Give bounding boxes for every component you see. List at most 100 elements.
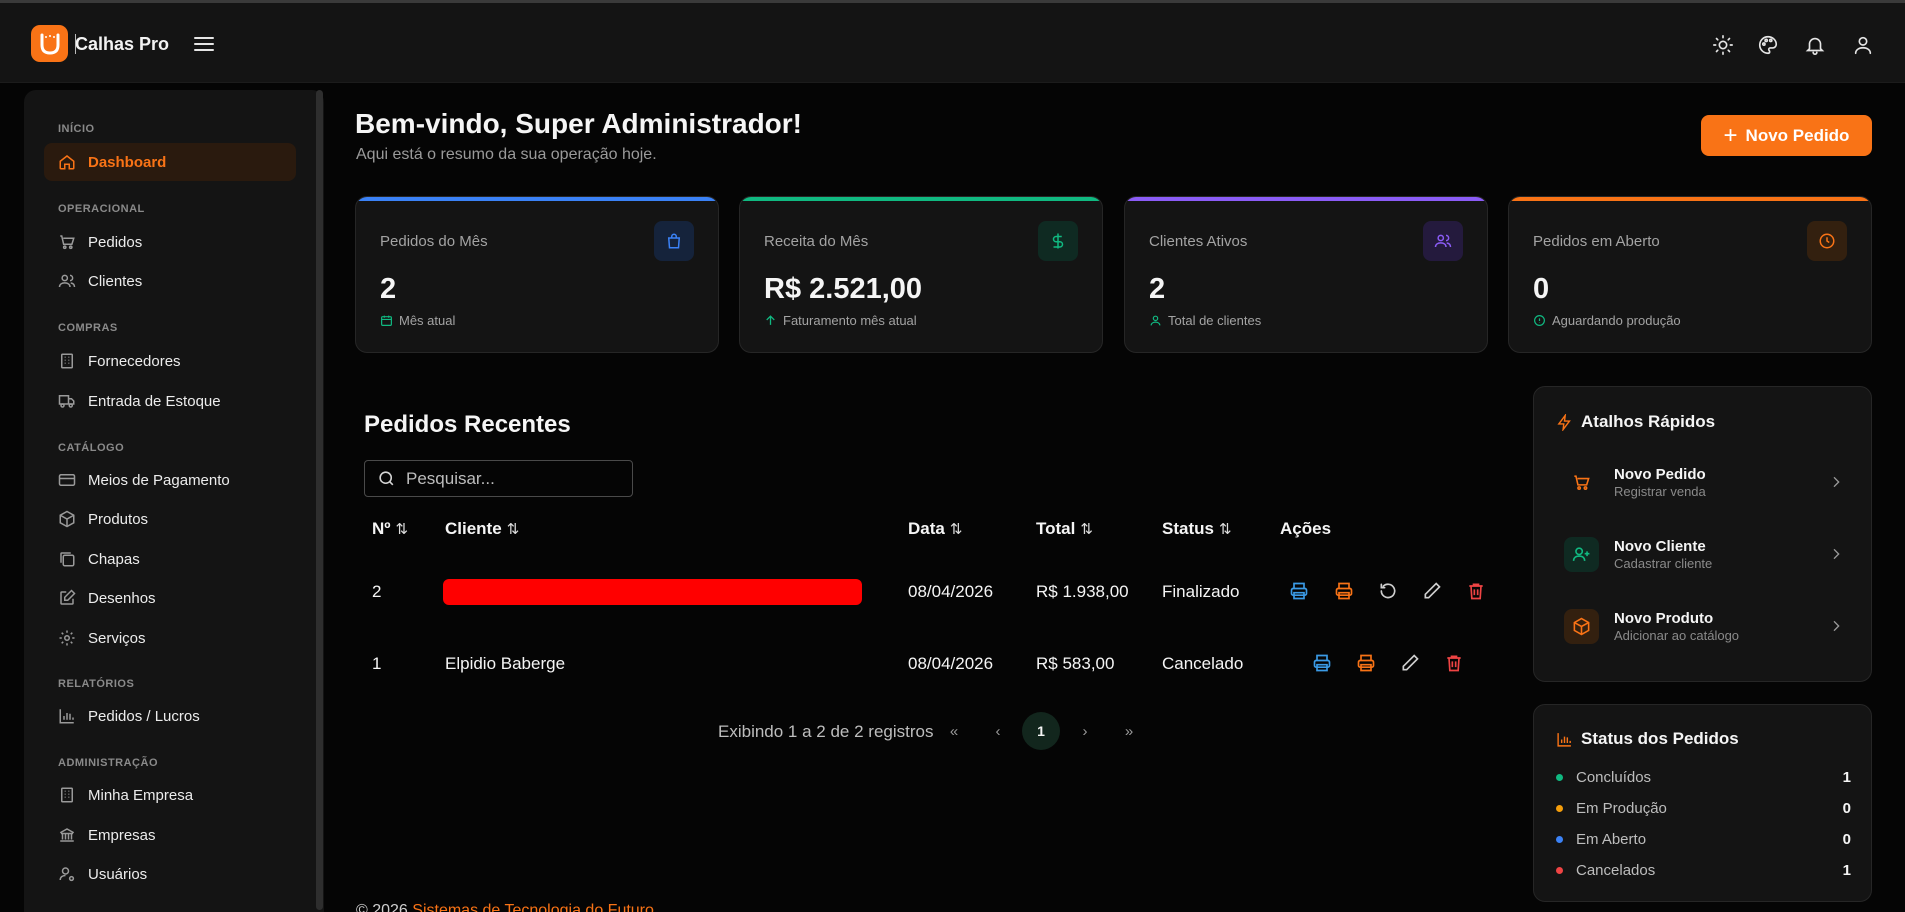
- print-receipt-icon[interactable]: [1334, 581, 1354, 601]
- sidebar-scrollbar[interactable]: [316, 90, 323, 910]
- cell-date: 08/04/2026: [908, 582, 994, 601]
- sidebar-item-usuarios[interactable]: Usuários: [44, 855, 296, 893]
- sidebar-item-pedidos[interactable]: Pedidos: [44, 223, 296, 261]
- logo-icon[interactable]: [31, 25, 68, 62]
- user-plus-icon: [1564, 536, 1599, 572]
- status-label: Em Aberto: [1576, 831, 1647, 848]
- sidebar-item-label: Chapas: [88, 550, 140, 568]
- reopen-icon[interactable]: [1378, 581, 1398, 601]
- card-footnote: Faturamento mês atual: [764, 313, 917, 328]
- cell-client: Elpidio Baberge: [445, 654, 566, 673]
- search-field[interactable]: [364, 460, 633, 497]
- menu-toggle-icon[interactable]: [193, 35, 215, 53]
- cell-status: Cancelado: [1162, 654, 1244, 673]
- sidebar-item-dashboard[interactable]: Dashboard: [44, 143, 296, 181]
- sidebar-item-empresas[interactable]: Empresas: [44, 816, 296, 854]
- sidebar-item-fornecedores[interactable]: Fornecedores: [44, 342, 296, 380]
- home-icon: [59, 155, 75, 170]
- shortcut-name: Novo Pedido: [1614, 465, 1706, 483]
- sort-icon: ⇅: [395, 521, 409, 538]
- app-name: Calhas Pro: [75, 34, 170, 54]
- column-header-date[interactable]: Data ⇅: [908, 519, 962, 539]
- card-accent-bar: [740, 197, 1102, 201]
- sidebar-item-clientes[interactable]: Clientes: [44, 262, 296, 300]
- sidebar-item-servicos[interactable]: Serviços: [44, 619, 296, 657]
- sidebar-item-meios-pagamento[interactable]: Meios de Pagamento: [44, 461, 296, 499]
- shortcut-desc: Registrar venda: [1614, 483, 1706, 499]
- credit-card-icon: [58, 474, 76, 486]
- sidebar-item-label: Usuários: [88, 865, 148, 883]
- layers-icon: [60, 552, 75, 567]
- card-label: Receita do Mês: [764, 233, 869, 250]
- column-header-status[interactable]: Status ⇅: [1162, 519, 1232, 539]
- lightning-icon: [1557, 413, 1571, 431]
- last-page-icon[interactable]: »: [1110, 712, 1148, 750]
- column-header-client[interactable]: Cliente ⇅: [445, 519, 519, 539]
- status-dot: [1556, 805, 1563, 812]
- bell-icon[interactable]: [1804, 34, 1826, 56]
- gear-icon: [59, 630, 75, 646]
- print-receipt-icon[interactable]: [1356, 653, 1376, 673]
- print-icon[interactable]: [1312, 653, 1332, 673]
- sidebar-item-produtos[interactable]: Produtos: [44, 500, 296, 538]
- trash-icon[interactable]: [1444, 653, 1464, 673]
- palette-icon[interactable]: [1757, 34, 1779, 56]
- redacted-client-name: [443, 579, 862, 605]
- card-label: Pedidos em Aberto: [1533, 233, 1660, 250]
- sidebar-item-label: Minha Empresa: [88, 786, 194, 804]
- card-value: 2: [380, 273, 397, 305]
- stat-card-open-orders: Pedidos em Aberto 0 Aguardando produção: [1508, 196, 1872, 353]
- edit-icon[interactable]: [1422, 581, 1442, 601]
- footer-link[interactable]: Sistemas de Tecnologia do Futuro: [412, 902, 654, 912]
- calendar-icon: [381, 315, 392, 326]
- first-page-icon[interactable]: «: [935, 712, 973, 750]
- card-footnote: Total de clientes: [1149, 313, 1261, 328]
- page-title: Bem-vindo, Super Administrador!: [355, 108, 803, 139]
- shortcut-new-product[interactable]: Novo Produto Adicionar ao catálogo: [1564, 601, 1854, 651]
- status-row-em-producao: Em Produção 0: [1556, 800, 1851, 817]
- chevron-right-icon: [1833, 548, 1840, 560]
- shortcut-name: Novo Produto: [1614, 609, 1714, 627]
- page-button-current[interactable]: 1: [1022, 712, 1060, 750]
- print-icon[interactable]: [1289, 581, 1309, 601]
- search-input[interactable]: [406, 468, 606, 489]
- sidebar-item-chapas[interactable]: Chapas: [44, 540, 296, 578]
- edit-icon[interactable]: [1400, 653, 1420, 673]
- user-icon[interactable]: [1852, 34, 1874, 56]
- user-icon: [1150, 315, 1161, 326]
- shortcut-new-order[interactable]: Novo Pedido Registrar venda: [1564, 457, 1854, 507]
- sidebar-section-relatorios: RELATÓRIOS: [58, 678, 135, 690]
- sidebar-item-desenhos[interactable]: Desenhos: [44, 579, 296, 617]
- stat-card-revenue-month: Receita do Mês R$ 2.521,00 Faturamento m…: [739, 196, 1103, 353]
- sidebar-item-label: Fornecedores: [88, 352, 181, 370]
- arrow-up-icon: [766, 315, 775, 325]
- next-page-icon[interactable]: ›: [1066, 712, 1104, 750]
- column-header-actions: Ações: [1280, 519, 1331, 539]
- sidebar-item-label: Pedidos / Lucros: [88, 707, 200, 725]
- column-header-total[interactable]: Total ⇅: [1036, 519, 1093, 539]
- column-header-label: Total: [1036, 519, 1076, 538]
- trash-icon[interactable]: [1466, 581, 1486, 601]
- sidebar-item-minha-empresa[interactable]: Minha Empresa: [44, 776, 296, 814]
- sidebar-item-entrada-estoque[interactable]: Entrada de Estoque: [44, 382, 296, 420]
- sidebar-item-label: Desenhos: [88, 589, 156, 607]
- cell-total: R$ 583,00: [1036, 654, 1115, 673]
- shortcut-new-client[interactable]: Novo Cliente Cadastrar cliente: [1564, 529, 1854, 579]
- sidebar-item-label: Empresas: [88, 826, 156, 844]
- chevron-right-icon: [1833, 620, 1840, 632]
- prev-page-icon[interactable]: ‹: [979, 712, 1017, 750]
- sidebar-item-label: Dashboard: [88, 153, 167, 171]
- status-count: 1: [1842, 769, 1851, 786]
- column-header-num[interactable]: Nº ⇅: [372, 519, 408, 539]
- sort-icon: ⇅: [1080, 521, 1093, 538]
- sidebar-item-pedidos-lucros[interactable]: Pedidos / Lucros: [44, 697, 296, 735]
- status-label: Cancelados: [1576, 862, 1656, 879]
- card-footnote-text: Mês atual: [399, 313, 456, 328]
- new-order-button[interactable]: + Novo Pedido: [1701, 115, 1872, 156]
- sun-icon[interactable]: [1712, 34, 1734, 56]
- pagination-summary: Exibindo 1 a 2 de 2 registros: [718, 722, 934, 741]
- status-count: 0: [1842, 800, 1851, 817]
- cell-date: 08/04/2026: [908, 654, 994, 673]
- sidebar: INÍCIO Dashboard OPERACIONAL Pedidos Cli…: [24, 90, 324, 912]
- sidebar-item-label: Serviços: [88, 629, 146, 647]
